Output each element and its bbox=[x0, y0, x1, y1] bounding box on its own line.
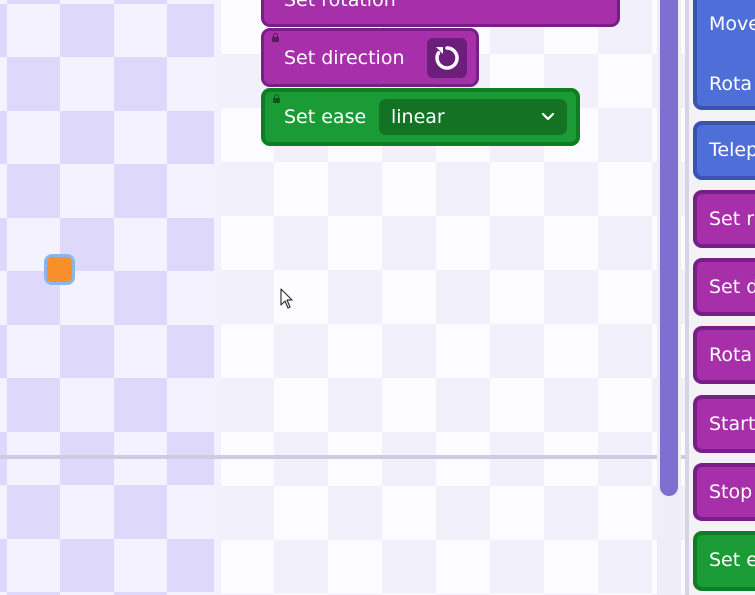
palette-item-label: Rota bbox=[709, 73, 753, 95]
palette-item-label: Set d bbox=[709, 276, 755, 298]
set-rotation-label: Set rotation bbox=[284, 0, 396, 11]
ease-select-value: linear bbox=[391, 106, 445, 128]
palette-item-label: Rota bbox=[709, 344, 753, 366]
stage-divider bbox=[214, 0, 221, 595]
set-ease-label: Set ease bbox=[284, 106, 367, 128]
workspace-scrollbar-thumb[interactable] bbox=[660, 0, 678, 496]
palette-item-label: Move bbox=[709, 13, 755, 35]
palette-item-label: Telep bbox=[709, 139, 755, 161]
palette-move-block[interactable]: Move Rota bbox=[693, 0, 755, 110]
palette-start-block[interactable]: Start bbox=[693, 395, 755, 453]
palette-set-direction-block[interactable]: Set d bbox=[693, 258, 755, 316]
set-direction-block[interactable]: Set direction bbox=[261, 28, 479, 87]
direction-toggle-button[interactable] bbox=[427, 38, 467, 78]
rotate-clockwise-icon bbox=[435, 46, 459, 70]
lock-icon bbox=[272, 33, 279, 42]
sprite[interactable] bbox=[44, 254, 75, 285]
palette-item-label: Set r bbox=[709, 208, 755, 230]
mouse-cursor-icon bbox=[280, 288, 293, 309]
palette-rotate-block[interactable]: Rota bbox=[693, 326, 755, 384]
stage-bottom-line bbox=[0, 455, 685, 459]
palette-teleport-block[interactable]: Telep bbox=[693, 121, 755, 180]
lock-icon bbox=[273, 94, 280, 103]
palette-set-rotation-block[interactable]: Set r bbox=[693, 190, 755, 248]
chevron-down-icon bbox=[541, 112, 555, 121]
palette-item-label: Set e bbox=[709, 549, 755, 571]
palette-divider bbox=[685, 0, 689, 595]
set-direction-label: Set direction bbox=[284, 46, 405, 69]
palette-item-label: Start bbox=[709, 413, 755, 435]
set-ease-block[interactable]: Set ease linear bbox=[261, 88, 580, 146]
palette-item-label: Stop bbox=[709, 481, 753, 503]
palette-stop-block[interactable]: Stop bbox=[693, 463, 755, 521]
palette-set-ease-block[interactable]: Set e bbox=[693, 531, 755, 591]
set-rotation-block[interactable]: Set rotation bbox=[261, 0, 620, 27]
stage-panel[interactable] bbox=[0, 0, 214, 595]
ease-select[interactable]: linear bbox=[379, 99, 567, 135]
